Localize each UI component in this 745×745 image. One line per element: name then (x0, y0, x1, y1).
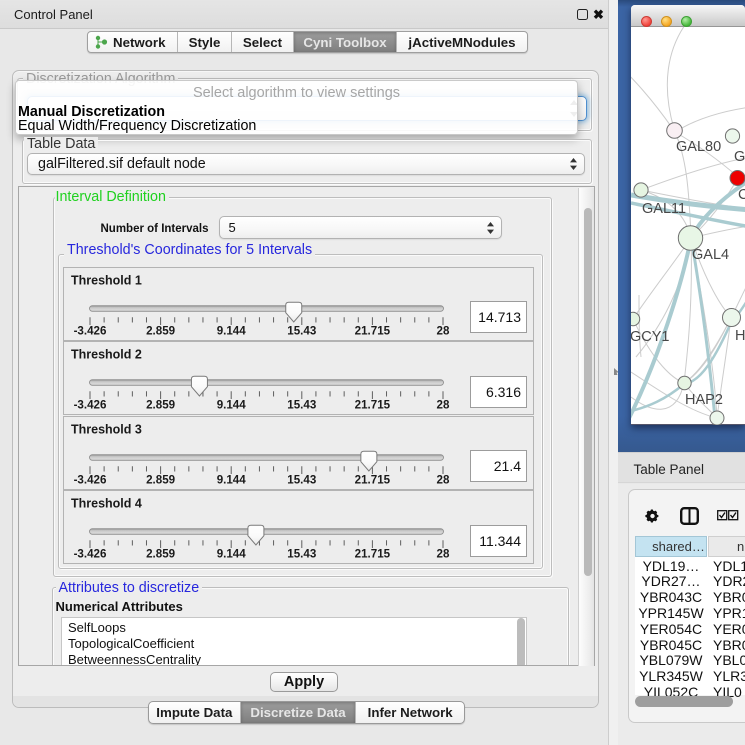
svg-text:21.715: 21.715 (355, 473, 391, 486)
svg-text:GAL80: GAL80 (676, 139, 721, 155)
svg-text:C: C (738, 187, 745, 203)
svg-text:GCY1: GCY1 (631, 329, 670, 345)
svg-text:15.43: 15.43 (287, 548, 317, 561)
svg-text:HAP2: HAP2 (685, 392, 723, 408)
svg-text:GAL11: GAL11 (642, 201, 686, 217)
svg-text:15.43: 15.43 (287, 399, 317, 412)
svg-text:G: G (734, 149, 745, 165)
svg-text:9.144: 9.144 (217, 324, 247, 337)
svg-text:21.715: 21.715 (355, 324, 391, 337)
svg-text:21.715: 21.715 (355, 399, 391, 412)
svg-text:Threshold 2: Threshold 2 (71, 348, 142, 362)
svg-text:9.144: 9.144 (217, 399, 247, 412)
svg-text:28: 28 (437, 473, 450, 486)
svg-text:15.43: 15.43 (287, 324, 317, 337)
svg-text:28: 28 (437, 548, 450, 561)
svg-text:-3.426: -3.426 (74, 399, 107, 412)
svg-text:Threshold 4: Threshold 4 (71, 497, 142, 511)
svg-text:2.859: 2.859 (146, 399, 176, 412)
svg-text:-3.426: -3.426 (74, 473, 107, 486)
svg-text:-3.426: -3.426 (74, 324, 107, 337)
svg-text:2.859: 2.859 (146, 324, 176, 337)
svg-text:28: 28 (437, 324, 450, 337)
svg-text:H: H (735, 328, 745, 344)
svg-text:Threshold 1: Threshold 1 (71, 273, 142, 287)
svg-text:2.859: 2.859 (146, 548, 176, 561)
svg-text:-3.426: -3.426 (74, 548, 107, 561)
svg-text:9.144: 9.144 (217, 473, 247, 486)
svg-text:Threshold 3: Threshold 3 (71, 422, 142, 436)
svg-text:21.715: 21.715 (355, 548, 391, 561)
svg-text:15.43: 15.43 (287, 473, 317, 486)
svg-text:28: 28 (437, 399, 450, 412)
svg-text:GAL4: GAL4 (692, 247, 729, 263)
svg-text:2.859: 2.859 (146, 473, 176, 486)
svg-text:9.144: 9.144 (217, 548, 247, 561)
